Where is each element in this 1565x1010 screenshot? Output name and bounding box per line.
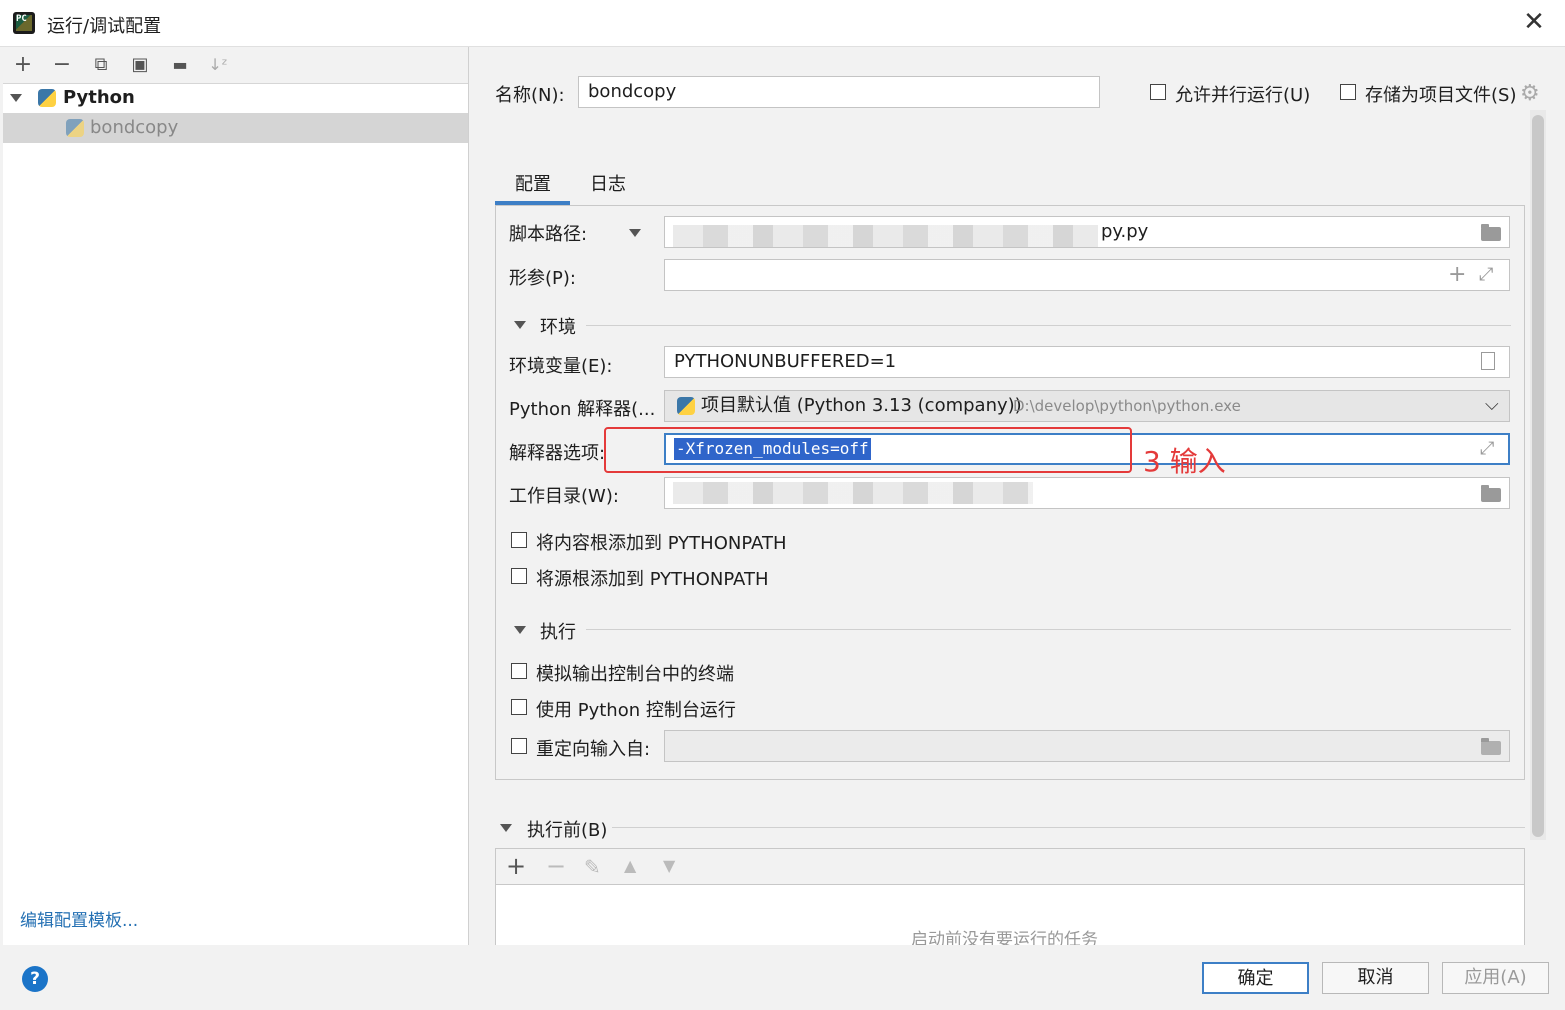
store-project-label: 存储为项目文件(S) [1365,85,1517,106]
new-folder-icon[interactable]: ▬ [167,52,193,78]
store-project-checkbox[interactable] [1340,84,1356,100]
title-bar: PC 运行/调试配置 ✕ [0,0,1565,47]
interp-options-label: 解释器选项: [509,443,606,464]
tab-config[interactable]: 配置 [515,170,551,196]
params-field[interactable]: + ⤢ [664,259,1510,291]
before-launch-separator [612,827,1525,828]
save-icon[interactable]: ▣ [127,52,153,78]
tree-group-label: Python [63,87,135,108]
script-path-value: py.py [1101,221,1149,242]
add-icon[interactable]: + [10,52,36,78]
help-icon[interactable]: ? [22,966,48,992]
redirect-input-field[interactable] [664,730,1510,762]
python-file-icon [66,119,84,137]
gear-icon[interactable]: ⚙ [1520,81,1540,106]
name-label: 名称(N): [495,85,565,106]
script-type-dropdown-icon[interactable] [629,229,641,237]
expand-icon[interactable]: ⤢ [1480,438,1494,459]
folder-icon[interactable] [1481,485,1501,502]
env-vars-value: PYTHONUNBUFFERED=1 [674,351,897,372]
content-roots-label: 将内容根添加到 PYTHONPATH [536,533,787,554]
script-path-field[interactable]: py.py [664,216,1510,248]
pycharm-app-icon: PC [13,12,35,34]
move-down-icon[interactable]: ▼ [663,856,675,875]
interpreter-select[interactable]: 项目默认值 (Python 3.13 (company)) D:\develop… [664,390,1510,422]
exec-collapse-icon[interactable] [514,626,526,634]
window-title: 运行/调试配置 [47,16,162,37]
redacted-workdir [673,482,1033,504]
env-vars-field[interactable]: PYTHONUNBUFFERED=1 [664,346,1510,378]
env-section-title: 环境 [540,317,576,338]
redirect-input-checkbox[interactable] [511,738,527,754]
interpreter-label: Python 解释器(... [509,399,656,420]
annotation-box [604,427,1132,473]
interpreter-path: D:\develop\python\python.exe [1013,397,1241,415]
edit-templates-link[interactable]: 编辑配置模板... [20,906,138,931]
edit-list-icon[interactable] [1481,352,1495,370]
params-label: 形参(P): [509,268,576,289]
workdir-label: 工作目录(W): [509,486,619,507]
redirect-input-label: 重定向输入自: [536,739,651,760]
use-console-checkbox[interactable] [511,699,527,715]
annotation-text: 3 输入 [1143,445,1226,478]
name-value: bondcopy [588,81,677,102]
allow-parallel-label: 允许并行运行(U) [1175,85,1311,106]
tab-logs[interactable]: 日志 [590,170,626,196]
scrollbar-thumb[interactable] [1532,115,1544,837]
name-field[interactable]: bondcopy [578,76,1100,108]
script-path-label: 脚本路径: [509,224,588,245]
interpreter-value: 项目默认值 (Python 3.13 (company)) [701,395,1022,416]
sort-icon[interactable]: ↓ᶻ [205,52,231,78]
copy-icon[interactable]: ⧉ [88,52,114,78]
before-launch-list: 启动前没有要运行的任务 [495,884,1525,950]
emulate-terminal-label: 模拟输出控制台中的终端 [536,664,734,685]
remove-task-icon[interactable]: − [546,852,566,880]
tree-item-label: bondcopy [90,117,179,138]
before-launch-toolbar [495,848,1525,885]
source-roots-checkbox[interactable] [511,568,527,584]
env-collapse-icon[interactable] [514,321,526,329]
remove-icon[interactable]: − [49,52,75,78]
redacted-path [673,225,1098,247]
tree-group-python[interactable]: Python [3,84,468,112]
apply-button[interactable]: 应用(A) [1442,962,1549,994]
source-roots-label: 将源根添加到 PYTHONPATH [536,569,769,590]
folder-icon[interactable] [1481,224,1501,241]
exec-section-title: 执行 [540,622,576,643]
use-console-label: 使用 Python 控制台运行 [536,700,736,721]
cancel-button[interactable]: 取消 [1322,962,1429,994]
tree-item-bondcopy[interactable]: bondcopy [3,113,468,143]
exec-separator [586,629,1511,630]
content-roots-checkbox[interactable] [511,532,527,548]
chevron-down-icon[interactable] [10,94,22,102]
allow-parallel-checkbox[interactable] [1150,84,1166,100]
ok-button[interactable]: 确定 [1202,962,1309,994]
move-up-icon[interactable]: ▲ [624,856,636,875]
python-icon [677,397,695,415]
before-launch-label: 执行前(B) [527,820,608,841]
close-icon[interactable]: ✕ [1520,8,1548,36]
config-tree-panel [3,47,469,945]
before-launch-collapse-icon[interactable] [500,824,512,832]
add-task-icon[interactable]: + [506,852,526,880]
workdir-field[interactable] [664,477,1510,509]
expand-icon[interactable]: ⤢ [1479,264,1493,285]
chevron-down-icon[interactable]: ⌵ [1485,394,1499,415]
add-icon[interactable]: + [1448,262,1466,287]
env-vars-label: 环境变量(E): [509,356,613,377]
python-icon [38,89,56,107]
folder-icon[interactable] [1481,738,1501,755]
emulate-terminal-checkbox[interactable] [511,663,527,679]
env-separator [586,325,1511,326]
edit-task-icon[interactable]: ✎ [584,855,601,879]
